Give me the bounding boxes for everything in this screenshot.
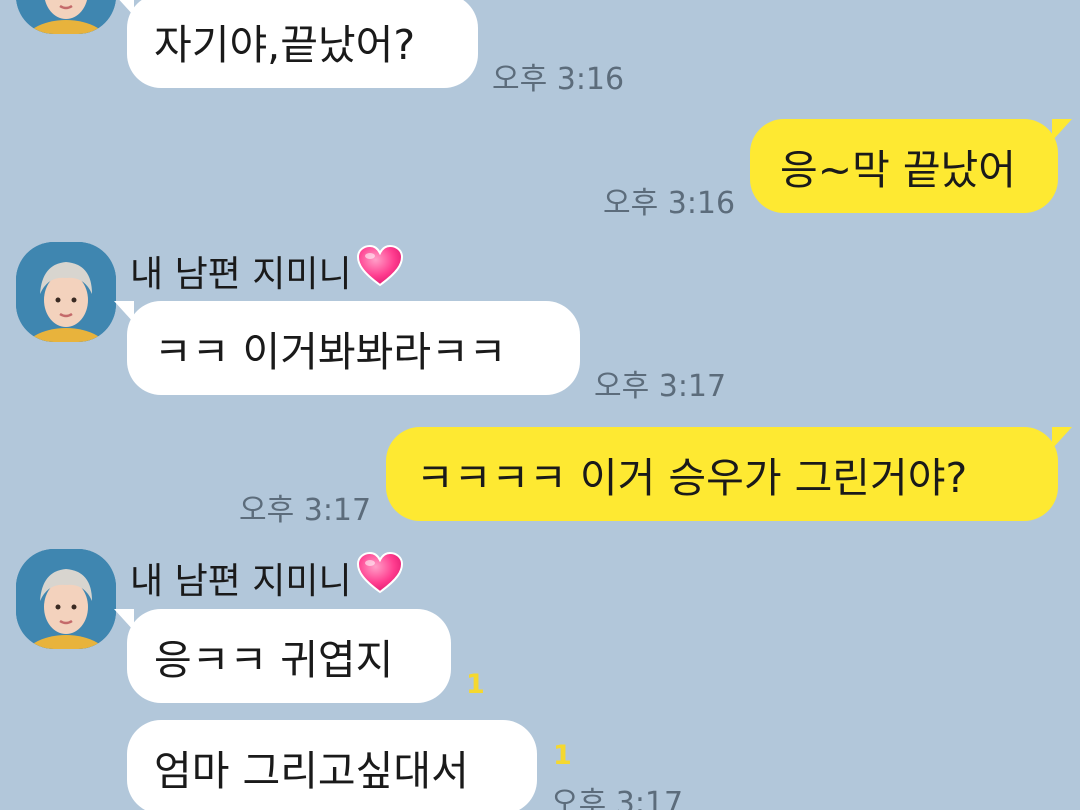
message-timestamp: 오후 3:17	[239, 493, 372, 528]
contact-avatar[interactable]	[16, 242, 116, 342]
pink-heart-icon	[356, 244, 404, 297]
message-text: 응~막 끝났어	[780, 146, 1016, 194]
message-bubble-incoming[interactable]: 자기야,끝났어?	[114, 0, 478, 88]
sender-name: 내 남편 지미니	[130, 551, 404, 604]
message-text: 자기야,끝났어?	[154, 21, 416, 69]
message-text: ㅋㅋ 이거봐봐라ㅋㅋ	[154, 328, 507, 376]
message-bubble-outgoing[interactable]: ㅋㅋㅋㅋ 이거 승우가 그린거야?	[386, 427, 1072, 521]
chat-scroll-area[interactable]: 자기야,끝났어? 오후 3:16 응~막 끝났어 오후 3:16 내 남편 지미…	[0, 0, 1080, 810]
message-timestamp: 오후 3:17	[551, 786, 684, 810]
message-bubble-incoming[interactable]: 응ㅋㅋ 귀엽지	[114, 609, 451, 703]
contact-avatar[interactable]	[16, 549, 116, 649]
message-bubble-incoming[interactable]: ㅋㅋ 이거봐봐라ㅋㅋ	[114, 301, 580, 395]
contact-avatar[interactable]	[16, 0, 116, 34]
sender-name: 내 남편 지미니	[130, 244, 404, 297]
pink-heart-icon	[356, 551, 404, 604]
unread-count: 1	[466, 669, 485, 700]
unread-count: 1	[553, 740, 572, 771]
sender-name-text: 내 남편 지미니	[130, 560, 352, 602]
message-text: 엄마 그리고싶대서	[154, 747, 469, 795]
message-text: 응ㅋㅋ 귀엽지	[154, 636, 394, 684]
message-text: ㅋㅋㅋㅋ 이거 승우가 그린거야?	[416, 454, 968, 502]
message-timestamp: 오후 3:16	[492, 62, 625, 97]
message-timestamp: 오후 3:17	[594, 369, 727, 404]
message-timestamp: 오후 3:16	[603, 186, 736, 221]
message-bubble-outgoing[interactable]: 응~막 끝났어	[750, 119, 1072, 213]
message-bubble-incoming[interactable]: 엄마 그리고싶대서	[127, 720, 537, 810]
sender-name-text: 내 남편 지미니	[130, 253, 352, 295]
